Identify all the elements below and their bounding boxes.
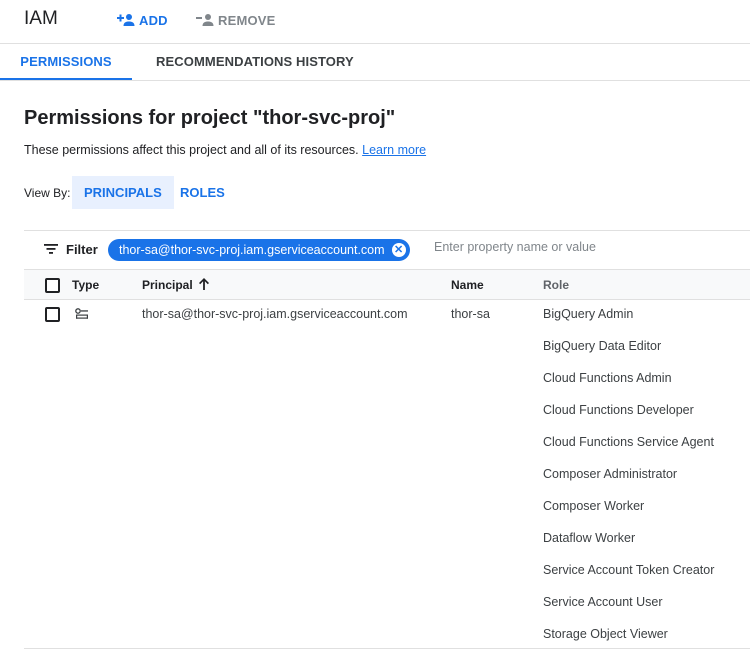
role-item: Cloud Functions Admin — [543, 371, 672, 385]
column-header-principal[interactable]: Principal — [142, 278, 193, 292]
tab-bar: PERMISSIONS RECOMMENDATIONS HISTORY — [0, 44, 750, 81]
remove-button[interactable]: REMOVE — [196, 10, 276, 30]
top-bar: IAM ADD REMOVE — [0, 0, 750, 44]
table-bottom-divider — [24, 648, 750, 649]
view-by-principals-button[interactable]: PRINCIPALS — [72, 176, 174, 209]
filter-bar: Filter thor-sa@thor-svc-proj.iam.gservic… — [24, 230, 750, 270]
column-header-role: Role — [543, 278, 570, 292]
tab-recommendations-history[interactable]: RECOMMENDATIONS HISTORY — [156, 44, 354, 80]
column-header-name[interactable]: Name — [451, 278, 484, 292]
filter-label: Filter — [66, 242, 98, 257]
page-description: These permissions affect this project an… — [24, 143, 426, 157]
view-by-roles-button[interactable]: ROLES — [168, 176, 237, 209]
add-person-icon — [117, 14, 135, 26]
name-cell: thor-sa — [451, 307, 490, 321]
role-item: Dataflow Worker — [543, 531, 636, 545]
filter-input[interactable] — [434, 240, 734, 254]
filter-chip-text: thor-sa@thor-svc-proj.iam.gserviceaccoun… — [119, 243, 385, 257]
role-item: Service Account User — [543, 595, 663, 609]
role-item: Storage Object Viewer — [543, 627, 668, 641]
role-item: Composer Worker — [543, 499, 645, 513]
row-checkbox[interactable] — [45, 307, 60, 322]
role-item: Cloud Functions Developer — [543, 403, 694, 417]
filter-chip[interactable]: thor-sa@thor-svc-proj.iam.gserviceaccoun… — [108, 239, 410, 261]
chip-close-icon[interactable]: ✕ — [391, 243, 406, 257]
description-text: These permissions affect this project an… — [24, 143, 359, 157]
filter-icon[interactable] — [44, 243, 58, 255]
remove-label: REMOVE — [218, 12, 276, 28]
tab-permissions[interactable]: PERMISSIONS — [0, 44, 132, 80]
column-header-type[interactable]: Type — [72, 278, 99, 292]
page-title: Permissions for project "thor-svc-proj" — [24, 107, 396, 129]
select-all-checkbox[interactable] — [45, 278, 60, 293]
remove-person-icon — [196, 14, 214, 26]
view-by-label: View By: — [24, 186, 71, 200]
table-header: Type Principal Name Role — [24, 270, 750, 300]
role-item: BigQuery Admin — [543, 307, 634, 321]
role-item: BigQuery Data Editor — [543, 339, 662, 353]
learn-more-link[interactable]: Learn more — [362, 143, 426, 157]
role-item: Cloud Functions Service Agent — [543, 435, 714, 449]
add-label: ADD — [139, 12, 168, 28]
app-title: IAM — [24, 8, 58, 29]
principal-cell: thor-sa@thor-svc-proj.iam.gserviceaccoun… — [142, 307, 408, 321]
add-button[interactable]: ADD — [117, 10, 168, 30]
sort-ascending-icon[interactable] — [198, 277, 210, 291]
role-item: Service Account Token Creator — [543, 563, 715, 577]
role-item: Composer Administrator — [543, 467, 678, 481]
service-account-icon — [75, 308, 88, 319]
